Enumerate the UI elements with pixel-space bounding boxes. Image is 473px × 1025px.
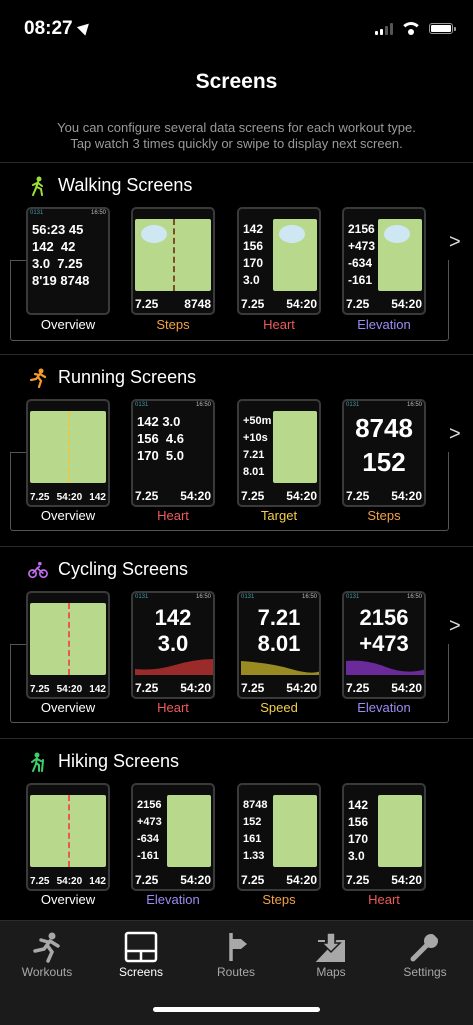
wrench-icon	[378, 929, 472, 965]
wifi-icon	[402, 22, 420, 35]
running-label-heart: Heart	[157, 508, 189, 523]
battery-icon	[429, 23, 456, 34]
watch-screen-heart[interactable]: 142 156 170 3.0 7.25 54:20	[237, 207, 321, 315]
watch-screen-heart[interactable]: 142 156 170 3.0 7.25 54:20	[342, 783, 426, 891]
home-indicator	[153, 1007, 320, 1012]
cycling-label-elevation: Elevation	[357, 700, 411, 715]
status-bar: 08:27	[0, 0, 473, 56]
watch-screen-heart[interactable]: 0131 16:50 142 3.0 7.25 54:20	[131, 591, 215, 699]
next-arrow-icon[interactable]: >	[449, 423, 461, 446]
hiking-label-heart: Heart	[368, 892, 400, 907]
cycling-label-overview: Overview	[40, 700, 96, 715]
cycling-section: Cycling Screens > 7.25 54:20 142 Overview …	[0, 546, 473, 737]
hiking-section: Hiking Screens 7.25 54:20 142 Overview 215…	[0, 738, 473, 921]
watch-screen-speed[interactable]: 0131 16:50 7.21 8.01 7.25 54:20	[237, 591, 321, 699]
next-arrow-icon[interactable]: >	[449, 615, 461, 638]
walking-section: Walking Screens > 0131 16:50 56:23 45 142 …	[0, 162, 473, 353]
watch-screen-steps[interactable]: 7.25 8748	[131, 207, 215, 315]
watch-screen-target[interactable]: +50m +10s 7.21 8.01 7.25 54:20	[237, 399, 321, 507]
watch-screen-overview[interactable]: 0131 16:50 56:23 45 142 42 3.0 7.25 8'19 874…	[26, 207, 110, 315]
tab-maps[interactable]: Maps	[284, 929, 378, 979]
walking-label-overview: Overview	[40, 317, 96, 332]
running-section: Running Screens > 7.25 54:20 142 Overview …	[0, 354, 473, 545]
tab-workouts[interactable]: Workouts	[0, 929, 94, 979]
location-arrow-icon	[76, 19, 93, 36]
heart-chart	[135, 659, 213, 675]
watch-screen-overview[interactable]: 7.25 54:20 142	[26, 783, 110, 891]
cycling-label-heart: Heart	[157, 700, 189, 715]
watch-screen-heart[interactable]: 0131 16:50 142 3.0 156 4.6 170 5.0 7.25 54:2…	[131, 399, 215, 507]
running-label-steps: Steps	[367, 508, 401, 523]
status-time: 08:27	[24, 18, 93, 40]
cellular-signal-icon	[375, 22, 393, 35]
download-map-icon	[284, 929, 378, 965]
tab-routes[interactable]: Routes	[189, 929, 283, 979]
watch-screen-steps[interactable]: 8748 152 161 1.33 7.25 54:20	[237, 783, 321, 891]
hiking-label-elevation: Elevation	[146, 892, 200, 907]
hiking-label-overview: Overview	[40, 892, 96, 907]
watch-screen-overview[interactable]: 7.25 54:20 142	[26, 399, 110, 507]
running-title: Running Screens	[58, 367, 197, 387]
cycling-title: Cycling Screens	[58, 559, 189, 579]
page-description: You can configure several data screens f…	[57, 120, 416, 151]
runner-icon	[28, 368, 48, 388]
speed-chart	[241, 661, 319, 675]
walking-label-heart: Heart	[263, 317, 295, 332]
walking-label-elevation: Elevation	[357, 317, 411, 332]
page-title: Screens	[195, 70, 278, 93]
hiker-icon	[28, 752, 48, 772]
cyclist-icon	[28, 560, 48, 580]
tab-screens[interactable]: Screens	[94, 929, 188, 979]
cycling-label-speed: Speed	[260, 700, 298, 715]
running-label-overview: Overview	[40, 508, 96, 523]
elevation-chart	[346, 660, 424, 675]
watch-screen-elevation[interactable]: 2156 +473 -634 -161 7.25 54:20	[342, 207, 426, 315]
watch-screen-overview[interactable]: 7.25 54:20 142	[26, 591, 110, 699]
tab-settings[interactable]: Settings	[378, 929, 472, 979]
screens-icon	[94, 929, 188, 965]
walking-title: Walking Screens	[58, 175, 193, 195]
watch-screen-elevation[interactable]: 2156 +473 -634 -161 7.25 54:20	[131, 783, 215, 891]
watch-screen-steps[interactable]: 0131 16:50 8748 152 7.25 54:20	[342, 399, 426, 507]
route-sign-icon	[189, 929, 283, 965]
running-label-target: Target	[260, 508, 298, 523]
watch-screen-elevation[interactable]: 0131 16:50 2156 +473 7.25 54:20	[342, 591, 426, 699]
walking-label-steps: Steps	[156, 317, 190, 332]
walker-icon	[28, 176, 48, 196]
hiking-title: Hiking Screens	[58, 751, 180, 771]
next-arrow-icon[interactable]: >	[449, 231, 461, 254]
runner-icon	[0, 929, 94, 965]
hiking-label-steps: Steps	[262, 892, 296, 907]
